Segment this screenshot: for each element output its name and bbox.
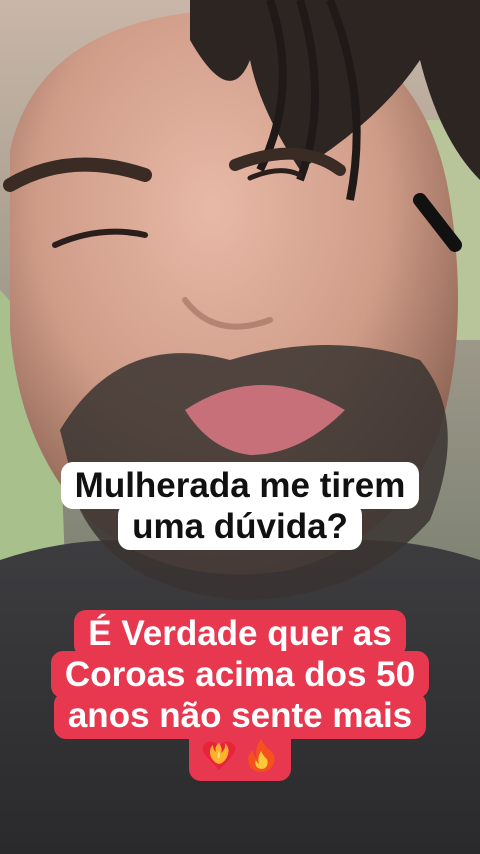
caption-line: Mulherada me tirem bbox=[60, 462, 420, 509]
fire-icon bbox=[248, 739, 275, 772]
statement-caption: É Verdade quer as Coroas acima dos 50 an… bbox=[0, 610, 480, 781]
emoji-row bbox=[189, 733, 291, 781]
caption-line: anos não sente mais bbox=[53, 692, 427, 739]
caption-line: Coroas acima dos 50 bbox=[50, 651, 430, 698]
question-caption: Mulherada me tirem uma dúvida? bbox=[0, 462, 480, 550]
caption-line: É Verdade quer as bbox=[74, 610, 406, 657]
caption-line: uma dúvida? bbox=[118, 503, 362, 550]
heart-on-fire-icon bbox=[202, 741, 236, 770]
